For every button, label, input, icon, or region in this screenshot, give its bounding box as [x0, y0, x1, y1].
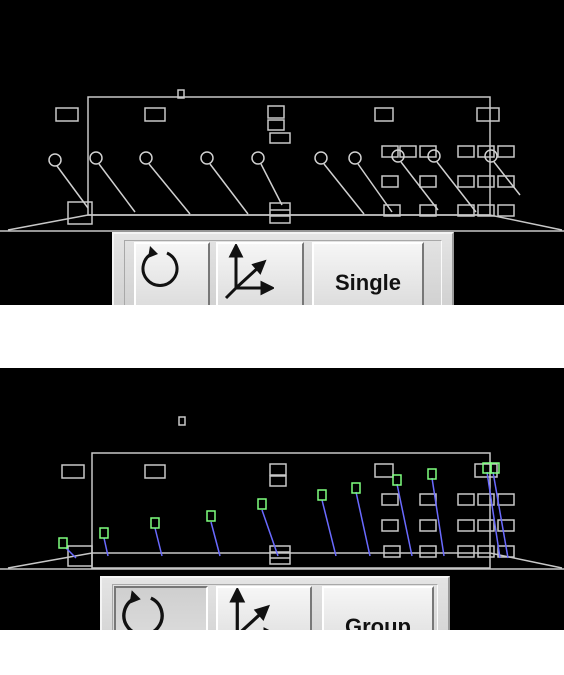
mode-button-label: Single — [334, 270, 401, 295]
tag-leaders-group — [65, 471, 509, 559]
rotate-icon — [141, 246, 179, 287]
mode-button[interactable]: Single — [312, 242, 424, 305]
rotate-icon — [122, 590, 164, 630]
viewport-single[interactable]: Single — [0, 0, 564, 305]
toolbar-group: Group — [100, 576, 450, 630]
top-row-boxes — [55, 105, 500, 144]
rotate-button[interactable] — [134, 242, 210, 305]
building-outline — [87, 96, 491, 216]
toolbar-single: Single — [112, 232, 454, 305]
viewport-group[interactable]: Group — [0, 368, 564, 630]
mode-button[interactable]: Group — [322, 586, 434, 630]
building-outline — [91, 452, 491, 569]
axes-button[interactable] — [216, 586, 312, 630]
xyz-axes-icon — [229, 588, 271, 630]
tag-leaders-single — [48, 149, 521, 215]
roof-marker — [178, 416, 186, 426]
xyz-axes-icon — [224, 244, 274, 300]
top-row-boxes — [61, 463, 498, 487]
window-grid — [381, 145, 515, 217]
mode-button-label: Group — [345, 614, 411, 630]
axes-button[interactable] — [216, 242, 304, 305]
rotate-button[interactable] — [114, 586, 208, 630]
